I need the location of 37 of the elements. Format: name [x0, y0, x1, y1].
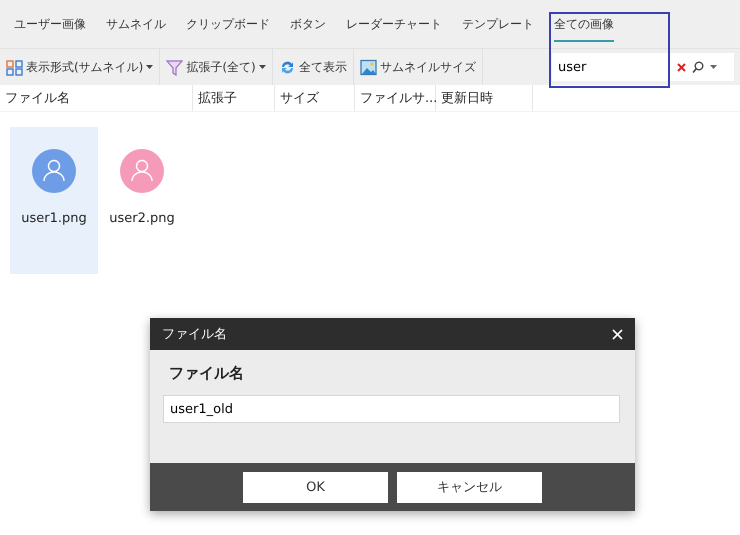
tab[interactable]: ボタン: [280, 0, 336, 48]
toolbar-button[interactable]: 全て表示: [272, 49, 354, 85]
tab[interactable]: サムネイル: [96, 0, 176, 48]
close-icon: [677, 62, 686, 72]
file-name: user2.png: [109, 211, 175, 226]
toolbar-button[interactable]: 拡張子(全て): [160, 49, 273, 85]
dialog-button[interactable]: キャンセル: [397, 472, 542, 502]
column-header[interactable]: サイズ: [275, 85, 355, 111]
file-tile[interactable]: user1.png: [10, 127, 98, 274]
file-name: user1.png: [21, 211, 87, 226]
close-icon: [612, 328, 623, 340]
column-header[interactable]: ファイルサ...: [355, 85, 436, 111]
grid-icon: [6, 58, 23, 76]
dialog-button[interactable]: OK: [243, 472, 388, 502]
caret-icon: [710, 65, 717, 69]
column-header[interactable]: 更新日時: [436, 85, 533, 111]
tab[interactable]: テンプレート: [452, 0, 544, 48]
dropdown-button[interactable]: [707, 65, 720, 69]
tab[interactable]: レーダーチャート: [336, 0, 452, 48]
file-tile[interactable]: user2.png: [98, 127, 186, 274]
input-field[interactable]: user1_old: [163, 395, 620, 423]
tab[interactable]: 全ての画像: [544, 0, 624, 48]
toolbar-button[interactable]: サムネイルサイズ: [354, 49, 483, 85]
caret-icon: [146, 65, 154, 69]
column-header[interactable]: ファイル名: [0, 85, 193, 111]
image-icon: [360, 58, 377, 76]
close-button[interactable]: [612, 328, 623, 340]
search-field[interactable]: user: [552, 53, 734, 81]
caret-icon: [258, 65, 266, 69]
tab[interactable]: クリップボード: [176, 0, 280, 48]
filter-icon: [166, 58, 184, 76]
dialog-title: ファイル名: [162, 326, 227, 343]
field-label: ファイル名: [169, 364, 245, 383]
toolbar-button[interactable]: 表示形式(サムネイル): [0, 49, 160, 85]
column-header[interactable]: 拡張子: [193, 85, 275, 111]
tab[interactable]: ユーザー画像: [4, 0, 96, 48]
search-icon: [692, 60, 704, 74]
